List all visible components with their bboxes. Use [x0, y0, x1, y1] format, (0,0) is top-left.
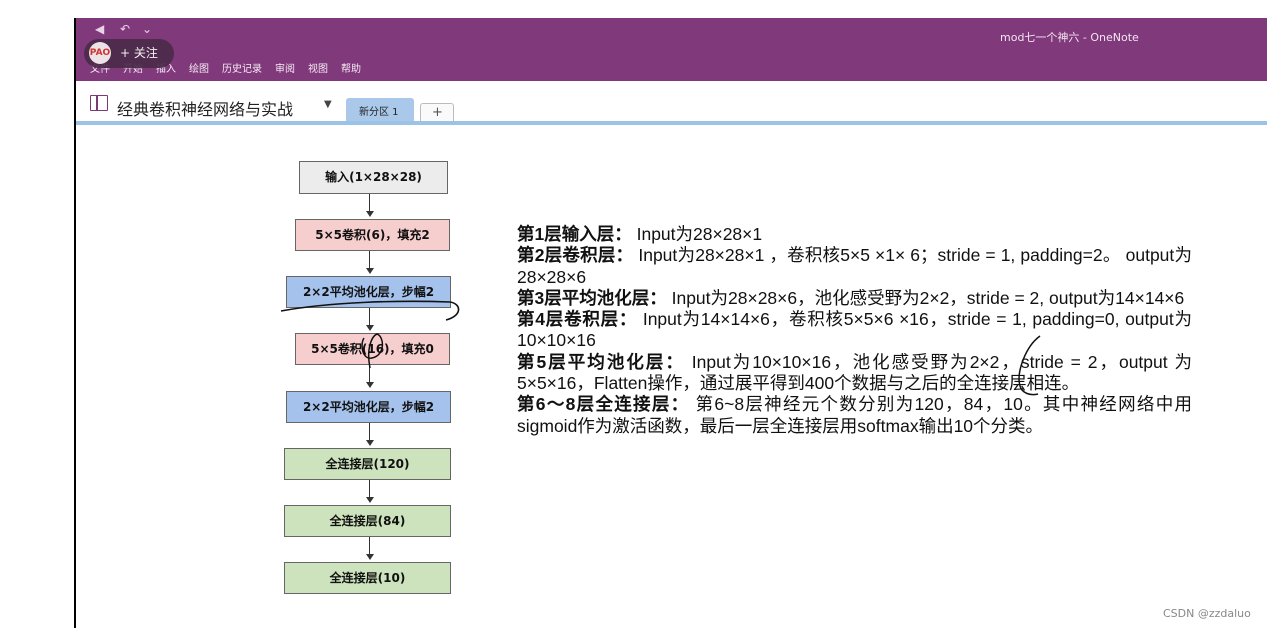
- ink-annotations: [280, 300, 1041, 396]
- ink-underline: [280, 300, 460, 321]
- watermark: CSDN @zzdaluo: [1163, 607, 1251, 620]
- ink-bracket-16: [1018, 335, 1041, 396]
- ink-circle-16: [361, 333, 384, 369]
